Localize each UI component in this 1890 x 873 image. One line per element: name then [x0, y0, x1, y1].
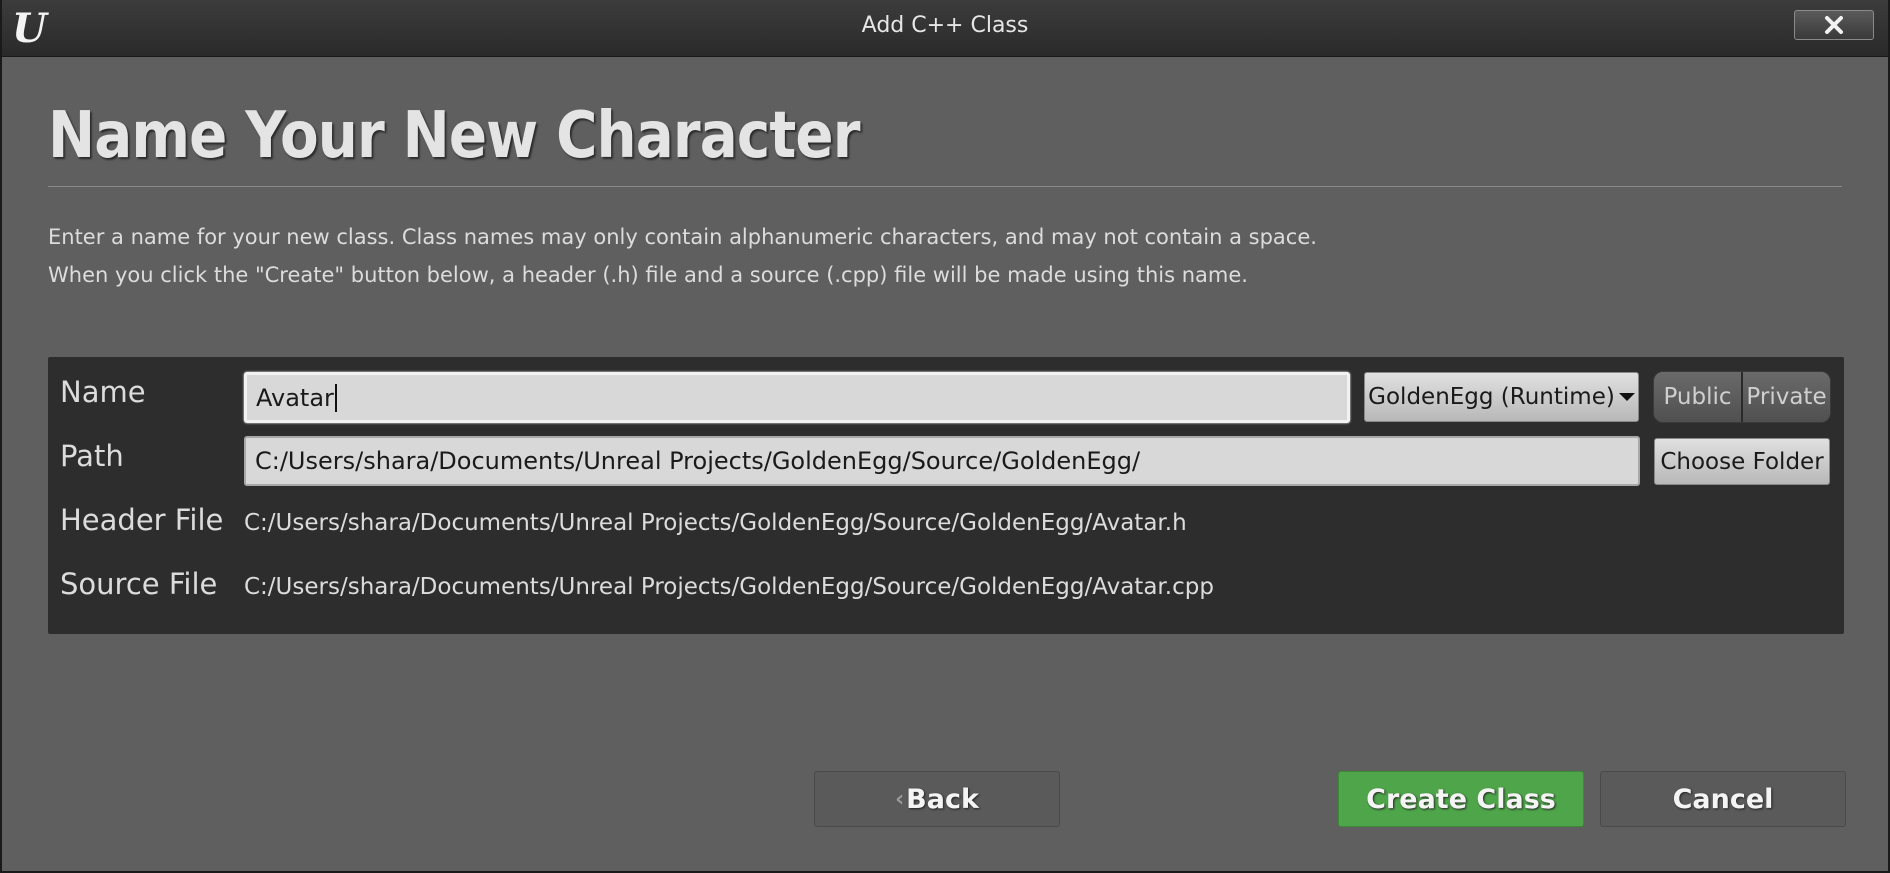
cancel-button[interactable]: Cancel: [1600, 771, 1846, 827]
text-caret: [334, 383, 337, 412]
add-class-dialog: U Add C++ Class Name Your New Character …: [0, 0, 1890, 873]
module-dropdown-label: GoldenEgg (Runtime): [1368, 384, 1615, 410]
title-bar[interactable]: U Add C++ Class: [2, 0, 1888, 57]
visibility-toggle: Public Private: [1653, 371, 1831, 423]
page-title: Name Your New Character: [48, 99, 861, 173]
public-toggle[interactable]: Public: [1654, 372, 1741, 422]
module-dropdown[interactable]: GoldenEgg (Runtime): [1364, 372, 1639, 422]
class-name-value: Avatar: [256, 383, 334, 412]
close-button[interactable]: [1794, 10, 1874, 40]
window-title: Add C++ Class: [861, 13, 1029, 38]
class-name-input[interactable]: Avatar: [244, 372, 1350, 423]
description-line-1: Enter a name for your new class. Class n…: [48, 225, 1317, 249]
chevron-down-icon: [1618, 393, 1635, 401]
source-file-path: C:/Users/shara/Documents/Unreal Projects…: [244, 574, 1214, 600]
description-line-2: When you click the "Create" button below…: [48, 263, 1248, 287]
path-label: Path: [60, 439, 124, 473]
header-file-label: Header File: [60, 503, 224, 537]
name-label: Name: [60, 375, 146, 409]
path-input[interactable]: C:/Users/shara/Documents/Unreal Projects…: [244, 436, 1640, 486]
close-icon: [1825, 16, 1843, 34]
back-button-label: Back: [906, 783, 979, 815]
header-file-path: C:/Users/shara/Documents/Unreal Projects…: [244, 510, 1187, 536]
source-file-label: Source File: [60, 567, 218, 601]
private-toggle[interactable]: Private: [1741, 372, 1830, 422]
chevron-left-icon: ‹: [895, 786, 905, 812]
back-button[interactable]: ‹ Back: [814, 771, 1060, 827]
heading-divider: [48, 186, 1842, 187]
choose-folder-button[interactable]: Choose Folder: [1654, 438, 1830, 485]
path-value: C:/Users/shara/Documents/Unreal Projects…: [255, 447, 1141, 475]
create-class-button[interactable]: Create Class: [1338, 771, 1584, 827]
